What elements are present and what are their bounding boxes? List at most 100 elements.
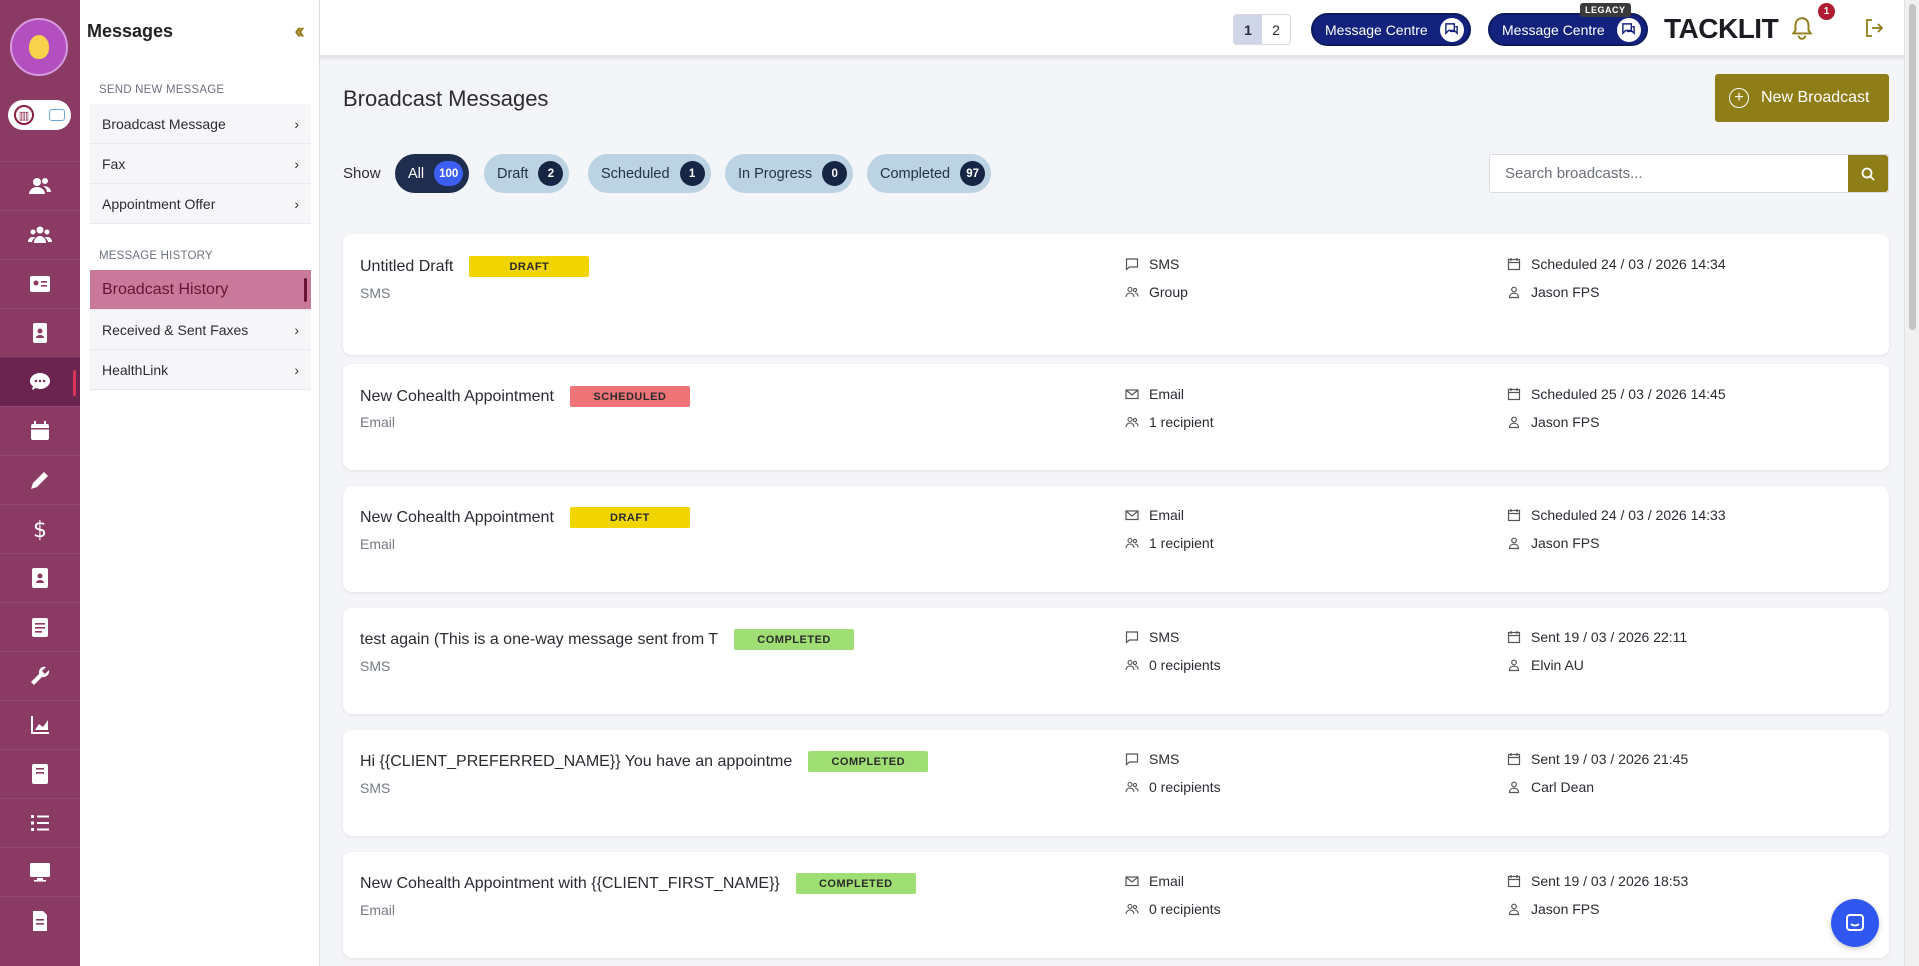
broadcast-name: New Cohealth Appointment with {{CLIENT_F… xyxy=(360,874,780,892)
scrollbar-thumb[interactable] xyxy=(1909,4,1916,330)
book-icon[interactable] xyxy=(0,749,80,798)
active-indicator xyxy=(304,278,307,302)
sms-icon xyxy=(1125,257,1149,271)
sidebar-item-fax[interactable]: Fax › xyxy=(90,144,311,184)
new-broadcast-button[interactable]: + New Broadcast xyxy=(1715,74,1889,122)
sidebar-item-appointment-offer[interactable]: Appointment Offer › xyxy=(90,184,311,224)
chart-icon[interactable] xyxy=(0,700,80,749)
calendar-icon xyxy=(1507,752,1531,766)
checklist-icon[interactable] xyxy=(0,798,80,847)
calendar-icon[interactable] xyxy=(0,406,80,455)
status-badge: COMPLETED xyxy=(734,629,855,650)
broadcast-name: New Cohealth Appointment xyxy=(360,387,554,405)
recipients-meta: 1 recipient xyxy=(1125,414,1214,430)
search-bar xyxy=(1489,154,1889,193)
user-icon xyxy=(1507,415,1531,429)
broadcast-name: Untitled Draft xyxy=(360,257,454,275)
wrench-icon[interactable] xyxy=(0,651,80,700)
workspace-toggle[interactable]: ▥ xyxy=(8,100,71,130)
messages-icon[interactable] xyxy=(0,357,80,406)
broadcast-name-row: New Cohealth Appointment SCHEDULED xyxy=(360,386,690,407)
page-2-button[interactable]: 2 xyxy=(1262,15,1290,44)
search-input[interactable] xyxy=(1490,155,1848,192)
computer-icon xyxy=(49,109,65,121)
count-badge: 0 xyxy=(822,161,848,186)
people-icon xyxy=(1125,902,1149,916)
svg-text:$: $ xyxy=(33,518,47,541)
filter-draft[interactable]: Draft 2 xyxy=(484,154,570,193)
vertical-scrollbar[interactable] xyxy=(1904,0,1919,966)
filter-all[interactable]: All 100 xyxy=(395,154,470,193)
mail-icon xyxy=(1125,387,1149,401)
dollar-icon[interactable]: $ xyxy=(0,504,80,553)
send-section-heading: SEND NEW MESSAGE xyxy=(99,84,225,96)
message-centre-button[interactable]: Message Centre xyxy=(1311,13,1471,46)
bell-icon[interactable] xyxy=(1789,15,1815,41)
pen-icon[interactable] xyxy=(0,455,80,504)
sidebar-item-healthlink[interactable]: HealthLink › xyxy=(90,350,311,390)
sidebar-item-broadcast-history[interactable]: Broadcast History xyxy=(90,270,311,310)
broadcast-card[interactable]: Untitled Draft DRAFT SMS SMS Group Scheduled … xyxy=(343,234,1889,355)
chat-support-button[interactable] xyxy=(1831,899,1879,947)
logout-icon[interactable] xyxy=(1862,16,1886,40)
broadcast-channel-subtitle: SMS xyxy=(360,285,391,301)
date-meta: Sent 19 / 03 / 2026 18:53 xyxy=(1507,873,1688,889)
collapse-sidebar-icon[interactable]: ‹‹ xyxy=(294,18,304,44)
mail-icon xyxy=(1125,508,1149,522)
status-badge: DRAFT xyxy=(569,507,690,528)
user-icon xyxy=(1507,658,1531,672)
chat-icon xyxy=(1439,17,1464,42)
broadcast-channel-subtitle: SMS xyxy=(360,658,391,674)
channel-meta: Email xyxy=(1125,873,1184,889)
filter-scheduled[interactable]: Scheduled 1 xyxy=(588,154,711,193)
filter-in-progress[interactable]: In Progress 0 xyxy=(725,154,854,193)
address-book-icon[interactable] xyxy=(0,553,80,602)
page-1-button[interactable]: 1 xyxy=(1234,15,1262,44)
broadcast-card[interactable]: Hi {{CLIENT_PREFERRED_NAME}} You have an… xyxy=(343,730,1889,836)
chevron-right-icon: › xyxy=(294,321,299,338)
broadcast-name: New Cohealth Appointment xyxy=(360,508,554,526)
channel-meta: Email xyxy=(1125,386,1184,402)
date-meta: Sent 19 / 03 / 2026 21:45 xyxy=(1507,751,1688,767)
calendar-icon xyxy=(1507,874,1531,888)
author-meta: Jason FPS xyxy=(1507,284,1599,300)
search-button[interactable] xyxy=(1848,155,1888,192)
id-card-icon[interactable] xyxy=(0,259,80,308)
sidebar-item-broadcast-message[interactable]: Broadcast Message › xyxy=(90,104,311,144)
notes-icon[interactable] xyxy=(0,602,80,651)
message-centre-legacy-button[interactable]: Message Centre xyxy=(1488,13,1648,46)
recipients-meta: 1 recipient xyxy=(1125,535,1214,551)
broadcast-channel-subtitle: SMS xyxy=(360,780,391,796)
monitor-icon[interactable] xyxy=(0,847,80,896)
broadcast-channel-subtitle: Email xyxy=(360,902,396,918)
broadcast-name-row: New Cohealth Appointment DRAFT xyxy=(360,507,690,528)
people-icon xyxy=(1125,780,1149,794)
author-meta: Carl Dean xyxy=(1507,779,1594,795)
sidebar-item-received-sent-faxes[interactable]: Received & Sent Faxes › xyxy=(90,310,311,350)
broadcast-card[interactable]: New Cohealth Appointment DRAFT Email Email 1… xyxy=(343,486,1889,592)
groups-icon[interactable] xyxy=(0,210,80,259)
broadcast-card[interactable]: New Cohealth Appointment SCHEDULED Email Em… xyxy=(343,364,1889,470)
history-section-heading: MESSAGE HISTORY xyxy=(99,250,213,262)
author-meta: Elvin AU xyxy=(1507,657,1584,673)
people-icon xyxy=(1125,415,1149,429)
recipients-meta: 0 recipients xyxy=(1125,657,1221,673)
clients-icon[interactable] xyxy=(0,161,80,210)
broadcast-name-row: New Cohealth Appointment with {{CLIENT_F… xyxy=(360,873,916,894)
practice-logo[interactable] xyxy=(10,18,68,76)
date-meta: Scheduled 24 / 03 / 2026 14:34 xyxy=(1507,256,1726,272)
building-icon: ▥ xyxy=(14,105,34,125)
filter-completed[interactable]: Completed 97 xyxy=(867,154,992,193)
chevron-right-icon: › xyxy=(294,155,299,172)
chevron-right-icon: › xyxy=(294,195,299,212)
broadcast-card[interactable]: test again (This is a one-way message se… xyxy=(343,608,1889,714)
sms-icon xyxy=(1125,752,1149,766)
broadcast-channel-subtitle: Email xyxy=(360,536,396,552)
broadcast-channel-subtitle: Email xyxy=(360,414,396,430)
broadcast-card[interactable]: New Cohealth Appointment with {{CLIENT_F… xyxy=(343,852,1889,958)
author-meta: Jason FPS xyxy=(1507,535,1599,551)
author-meta: Jason FPS xyxy=(1507,414,1599,430)
date-meta: Sent 19 / 03 / 2026 22:11 xyxy=(1507,629,1687,645)
document-icon[interactable] xyxy=(0,896,80,945)
contacts-icon[interactable] xyxy=(0,308,80,357)
